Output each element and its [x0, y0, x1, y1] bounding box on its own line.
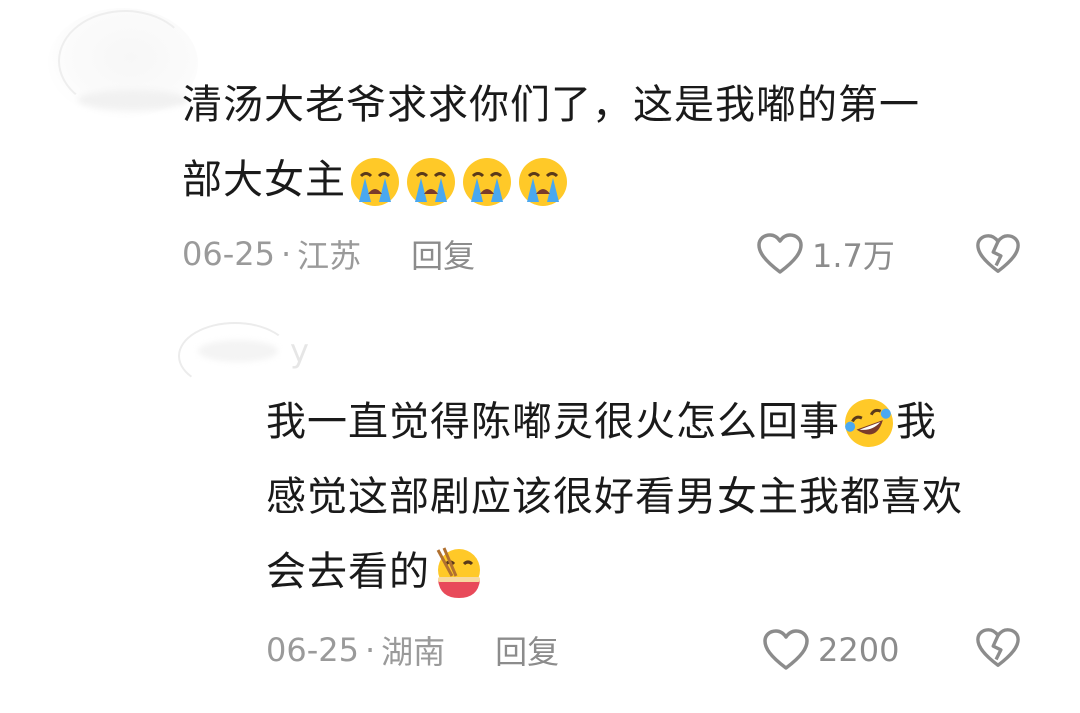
like-button[interactable]: 2200 [762, 625, 899, 675]
comment-line: 我一直觉得陈嘟灵很火怎么回事 我 [266, 385, 1046, 460]
comment-text: 我一直觉得陈嘟灵很火怎么回事 我 感觉这部剧应该很好看男女主我都喜欢 会去看的 [266, 385, 1046, 610]
crying-face-emoji [407, 157, 455, 206]
eating-noodles-emoji [436, 546, 480, 598]
comment-location: 湖南 [381, 633, 446, 671]
rolling-laughing-emoji [845, 398, 893, 447]
reply-button[interactable]: 回复 [411, 231, 475, 277]
comment-line: 会去看的 [266, 535, 1046, 610]
crying-face-emoji [463, 157, 511, 206]
meta-separator: · [280, 235, 292, 273]
comment-date: 06-25 [266, 631, 359, 669]
heart-outline-icon [757, 233, 803, 274]
like-count: 2200 [818, 631, 900, 669]
comment-line: 部大女主 [182, 143, 1022, 218]
broken-heart-icon[interactable] [975, 625, 1021, 671]
commenter-avatar[interactable]: y [178, 318, 309, 390]
comment-location: 江苏 [297, 237, 362, 275]
like-button[interactable]: 1.7万 [756, 229, 895, 279]
broken-heart-icon[interactable] [975, 231, 1021, 277]
comment-text: 清汤大老爷求求你们了，这是我嘟的第一 部大女主 [182, 68, 1022, 218]
comment-meta: 06-25 · 湖南 回复 [266, 625, 559, 675]
heart-outline-icon [763, 629, 809, 670]
comment-meta: 06-25 · 江苏 回复 [182, 229, 475, 279]
comment-line: 感觉这部剧应该很好看男女主我都喜欢 [266, 474, 963, 520]
reply-button[interactable]: 回复 [495, 627, 559, 673]
crying-face-emoji [519, 157, 567, 206]
crying-face-emoji [351, 157, 399, 206]
meta-separator: · [364, 631, 376, 669]
commenter-avatar[interactable] [48, 8, 198, 118]
comment-line: 清汤大老爷求求你们了，这是我嘟的第一 [182, 82, 920, 128]
comment-date: 06-25 [182, 235, 275, 273]
like-count: 1.7万 [812, 237, 895, 275]
